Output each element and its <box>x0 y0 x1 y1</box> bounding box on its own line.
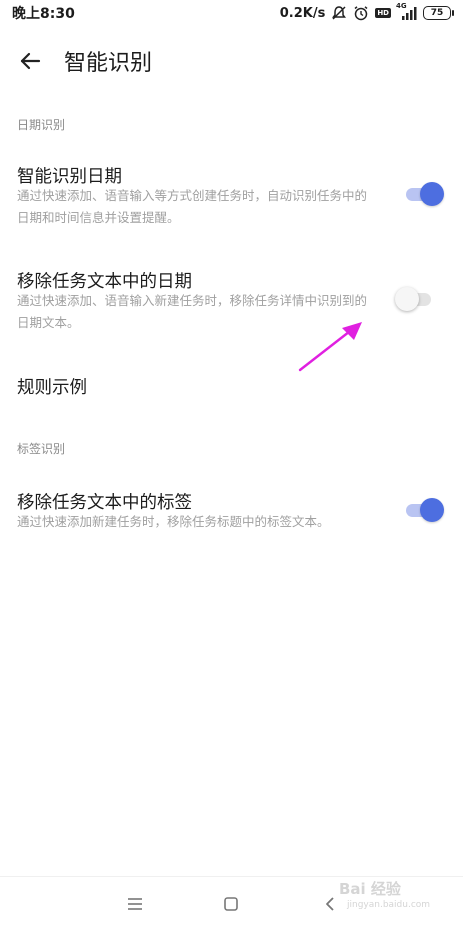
setting-description: 通过快速添加新建任务时，移除任务标题中的标签文本。 <box>17 514 330 529</box>
network-type: 4G <box>396 2 407 10</box>
back-button[interactable] <box>10 41 50 81</box>
smart-date-toggle[interactable] <box>404 181 444 207</box>
alarm-icon <box>353 5 369 21</box>
toggle-knob <box>420 182 444 206</box>
annotation-arrow-icon <box>298 322 362 372</box>
status-bar: 晚上8:30 0.2K/s HD 4G 75 <box>0 0 463 26</box>
setting-description: 通过快速添加、语音输入等方式创建任务时，自动识别任务中的日期和时间信息并设置提醒… <box>17 188 368 225</box>
toggle-knob <box>420 498 444 522</box>
remove-date-toggle[interactable] <box>395 286 435 312</box>
section-label-tag: 标签识别 <box>17 442 66 456</box>
mute-icon <box>331 5 347 21</box>
square-icon <box>224 897 238 911</box>
setting-remove-tag[interactable]: 移除任务文本中的标签 通过快速添加新建任务时，移除任务标题中的标签文本。 <box>0 489 463 539</box>
menu-icon <box>128 898 142 910</box>
setting-smart-date[interactable]: 智能识别日期 通过快速添加、语音输入等方式创建任务时，自动识别任务中的日期和时间… <box>0 163 463 233</box>
settings-screen: 晚上8:30 0.2K/s HD 4G 75 智能识别 日期识别 智能识别日期 … <box>0 0 463 929</box>
watermark-text: Bai 经验 <box>339 880 401 898</box>
hd-badge: HD <box>375 8 391 18</box>
rule-examples-link[interactable]: 规则示例 <box>17 374 87 399</box>
home-button[interactable] <box>218 891 244 917</box>
status-time: 晚上8:30 <box>12 6 75 22</box>
signal-icon: 4G <box>396 2 417 20</box>
watermark-sub: jingyan.baidu.com <box>347 900 431 910</box>
toggle-knob <box>395 287 419 311</box>
chevron-left-icon <box>326 897 334 911</box>
network-speed: 0.2K/s <box>279 5 326 21</box>
page-title: 智能识别 <box>64 51 153 76</box>
menu-button[interactable] <box>122 891 148 917</box>
status-icons: 0.2K/s HD 4G 75 <box>279 2 454 21</box>
app-header: 智能识别 <box>0 38 463 84</box>
setting-remove-date[interactable]: 移除任务文本中的日期 通过快速添加、语音输入新建任务时，移除任务详情中识别到的日… <box>0 268 463 338</box>
remove-tag-toggle[interactable] <box>404 497 444 523</box>
arrow-left-icon <box>20 52 41 70</box>
watermark: Bai 经验 jingyan.baidu.com <box>339 872 439 916</box>
section-label-date: 日期识别 <box>17 118 66 132</box>
battery-indicator: 75 <box>423 6 454 20</box>
